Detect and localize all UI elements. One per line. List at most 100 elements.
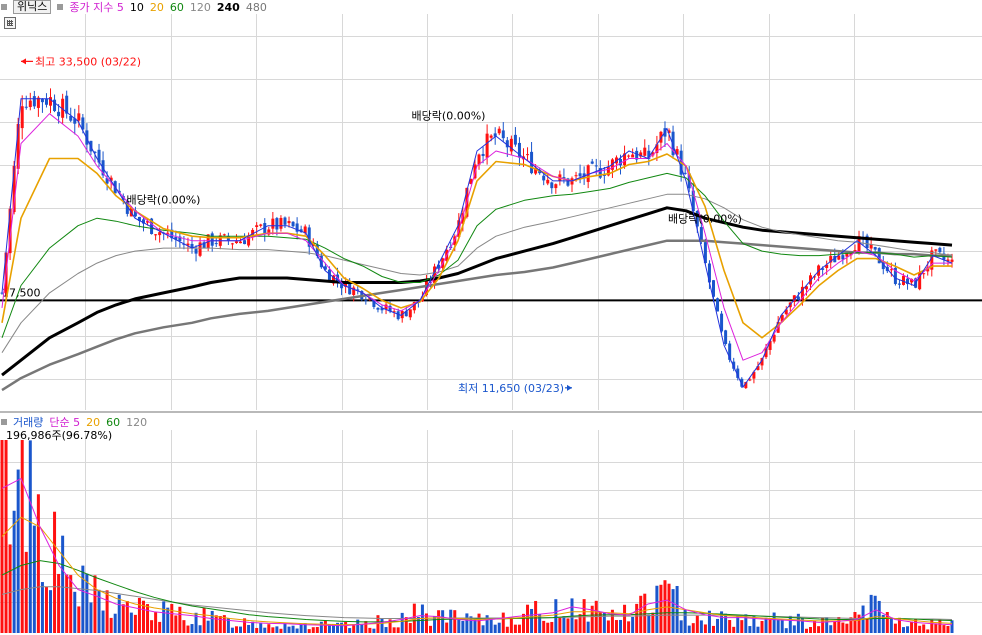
volume-bar [946, 625, 950, 633]
candle-body [873, 247, 877, 250]
candle-body [271, 218, 275, 229]
candle-body [287, 221, 291, 224]
volume-bar [121, 604, 125, 633]
volume-bar [279, 628, 283, 633]
volume-bar [647, 614, 651, 633]
volume-bar [558, 617, 562, 633]
volume-bar [311, 627, 315, 633]
volume-bar [906, 626, 910, 633]
ma-period-10[interactable]: 10 [130, 1, 144, 14]
volume-bar [728, 620, 732, 633]
volume-bar [703, 624, 707, 633]
volume-bar [352, 625, 356, 633]
candle-body [259, 224, 263, 226]
volume-bar [174, 615, 178, 633]
volume-bar [239, 626, 243, 633]
volume-bar [323, 620, 327, 633]
volume-bar [748, 626, 752, 633]
volume-bar [81, 565, 85, 633]
volume-bar [602, 612, 606, 633]
candle-body [24, 106, 28, 108]
ma-period-480[interactable]: 480 [246, 1, 267, 14]
candle-body [32, 96, 36, 107]
volume-bar [550, 621, 554, 633]
candle-body [291, 221, 295, 227]
volume-bar [404, 617, 408, 633]
grid-toggle-icon[interactable] [4, 17, 16, 29]
volume-bar [772, 612, 776, 633]
volume-bar [44, 586, 48, 633]
volume-bar [190, 624, 194, 633]
volume-bar [384, 627, 388, 633]
volume-bar [186, 625, 190, 633]
volume-bar [4, 440, 8, 633]
volume-bar [606, 620, 610, 633]
volume-bar [691, 623, 695, 633]
candle-body [526, 154, 530, 156]
volume-bar [707, 610, 711, 633]
volume-bar [295, 628, 299, 633]
volume-bar [910, 621, 914, 633]
volume-bar [28, 440, 32, 633]
candle-body [214, 243, 218, 245]
volume-bar [8, 544, 12, 633]
volume-bar [833, 621, 837, 633]
volume-bar [845, 623, 849, 633]
candle-body [40, 99, 44, 103]
volume-bar [20, 440, 24, 633]
volume-bar [0, 440, 4, 633]
candle-body [20, 106, 24, 129]
volume-bar [671, 589, 675, 633]
ma-period-20[interactable]: 20 [150, 1, 164, 14]
volume-bar [433, 616, 437, 633]
volume-bar [202, 607, 206, 633]
volume-bar [65, 574, 69, 633]
volume-bar [214, 615, 218, 633]
candle-body [408, 309, 412, 318]
price-legend: 위닉스 종가 지수 5 10 20 60 120 240 480 [1, 0, 273, 14]
volume-bar [614, 620, 618, 633]
volume-bar [150, 620, 154, 633]
volume-bar [449, 609, 453, 633]
volume-bar [166, 607, 170, 633]
volume-bar [853, 612, 857, 633]
volume-bar [631, 616, 635, 633]
volume-bar [263, 627, 267, 633]
candle-body [889, 269, 893, 271]
candle-body [542, 175, 546, 181]
volume-bar [740, 620, 744, 633]
volume-bar [291, 625, 295, 633]
ma-period-120[interactable]: 120 [190, 1, 211, 14]
volume-bar [473, 619, 477, 633]
volume-bar [364, 621, 368, 633]
ma-legend-label[interactable]: 종가 지수 5 [69, 0, 123, 15]
volume-bar [445, 622, 449, 633]
candle-body [194, 248, 198, 254]
volume-bar [574, 619, 578, 633]
candle-body [796, 296, 800, 300]
ma-period-240[interactable]: 240 [217, 1, 240, 14]
volume-bar [392, 627, 396, 633]
volume-bar [513, 624, 517, 633]
volume-bar [137, 597, 141, 633]
volume-bar [408, 623, 412, 633]
volume-bar [934, 623, 938, 633]
ma-line-20 [1, 153, 952, 339]
candle-body [243, 240, 247, 245]
volume-bar [271, 627, 275, 633]
volume-ma-period-120[interactable]: 120 [126, 416, 147, 429]
candle-body [28, 100, 32, 108]
volume-bar [809, 627, 813, 633]
volume-bar [562, 616, 566, 633]
volume-bar [687, 625, 691, 633]
candle-body [643, 147, 647, 156]
legend-marker [1, 4, 7, 10]
candle-body [364, 300, 368, 302]
volume-bar [251, 621, 255, 633]
volume-bar [901, 627, 905, 633]
ma-period-60[interactable]: 60 [170, 1, 184, 14]
candle-body [279, 217, 283, 229]
volume-bar [526, 604, 530, 633]
volume-bar [873, 595, 877, 633]
stock-name-button[interactable]: 위닉스 [13, 0, 52, 14]
